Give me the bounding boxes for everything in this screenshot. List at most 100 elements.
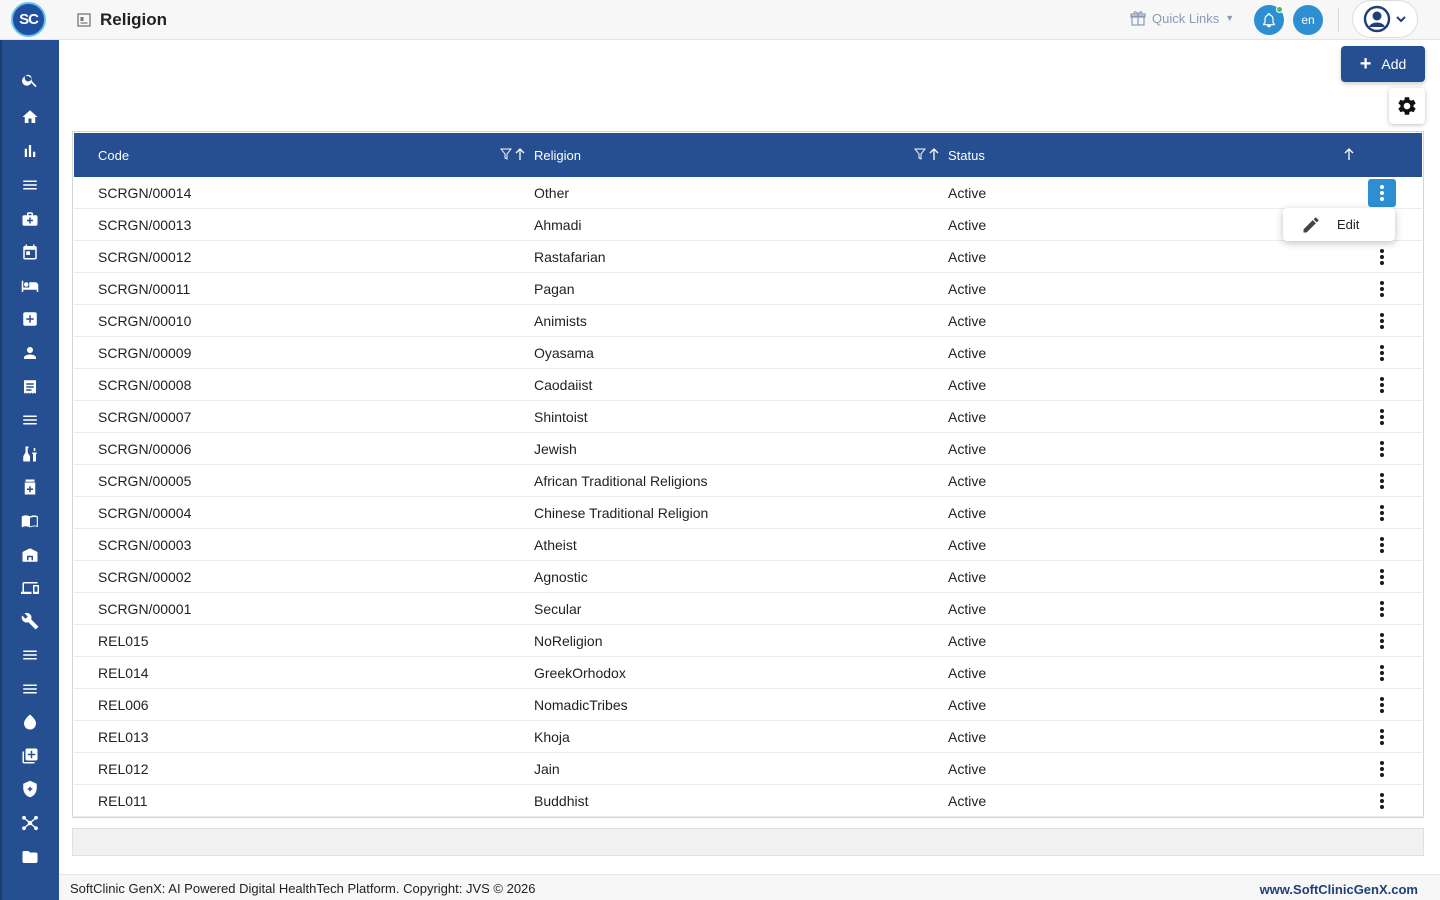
kebab-icon — [1380, 665, 1384, 681]
user-menu-button[interactable] — [1352, 0, 1418, 38]
kebab-icon — [1380, 633, 1384, 649]
sidebar-item-home[interactable] — [18, 105, 42, 129]
table-row[interactable]: SCRGN/00012 Rastafarian Active — [74, 241, 1422, 273]
column-header-religion[interactable]: Religion — [534, 133, 581, 177]
row-actions-menu[interactable]: Edit — [1283, 208, 1395, 241]
sort-up-icon[interactable] — [928, 147, 940, 161]
sidebar-item-ipd[interactable] — [18, 274, 42, 298]
row-actions-button[interactable] — [1368, 403, 1396, 431]
table-row[interactable]: SCRGN/00006 Jewish Active — [74, 433, 1422, 465]
cell-religion: Agnostic — [534, 569, 588, 585]
table-row[interactable]: SCRGN/00001 Secular Active — [74, 593, 1422, 625]
table-row[interactable]: SCRGN/00009 Oyasama Active — [74, 337, 1422, 369]
table-row[interactable]: SCRGN/00007 Shintoist Active — [74, 401, 1422, 433]
sidebar-item-pharmacy[interactable] — [18, 475, 42, 499]
sidebar-item-store[interactable] — [18, 543, 42, 567]
row-actions-button[interactable] — [1368, 723, 1396, 751]
column-tools-religion[interactable] — [914, 147, 940, 161]
sidebar-item-calendar[interactable] — [18, 240, 42, 264]
kebab-icon — [1380, 409, 1384, 425]
sidebar-item-insurance[interactable] — [18, 777, 42, 801]
row-actions-button[interactable] — [1368, 179, 1396, 207]
table-row[interactable]: SCRGN/00014 Other Active — [74, 177, 1422, 209]
sidebar-item-clinical[interactable] — [18, 207, 42, 231]
column-header-code[interactable]: Code — [98, 133, 129, 177]
avatar — [1363, 5, 1391, 33]
row-actions-button[interactable] — [1368, 243, 1396, 271]
sidebar-item-files[interactable] — [18, 845, 42, 869]
row-actions-button[interactable] — [1368, 371, 1396, 399]
lab-icon — [23, 446, 37, 462]
column-header-status[interactable]: Status — [948, 133, 985, 177]
row-actions-button[interactable] — [1368, 467, 1396, 495]
cell-religion: Jain — [534, 761, 560, 777]
website-link[interactable]: www.SoftClinicGenX.com — [1260, 882, 1418, 897]
table-row[interactable]: SCRGN/00003 Atheist Active — [74, 529, 1422, 561]
table-row[interactable]: REL011 Buddhist Active — [74, 785, 1422, 817]
row-actions-button[interactable] — [1368, 435, 1396, 463]
table-row[interactable]: SCRGN/00013 Ahmadi Active — [74, 209, 1422, 241]
row-actions-button[interactable] — [1368, 307, 1396, 335]
notifications-button[interactable] — [1254, 5, 1284, 35]
row-actions-button[interactable] — [1368, 659, 1396, 687]
table-row[interactable]: REL006 NomadicTribes Active — [74, 689, 1422, 721]
table-row[interactable]: REL013 Khoja Active — [74, 721, 1422, 753]
sidebar-item-search[interactable] — [18, 68, 42, 92]
column-tools-status[interactable] — [1343, 147, 1355, 161]
sidebar-item-library[interactable] — [18, 509, 42, 533]
cell-code: SCRGN/00010 — [98, 313, 192, 329]
table-row[interactable]: SCRGN/00005 African Traditional Religions… — [74, 465, 1422, 497]
sidebar-item-blood-bank[interactable] — [18, 710, 42, 734]
cell-religion: Caodaiist — [534, 377, 593, 393]
cell-status: Active — [948, 217, 987, 233]
quick-links-dropdown[interactable]: Quick Links ▼ — [1130, 10, 1234, 26]
edit-menu-item[interactable]: Edit — [1337, 217, 1359, 232]
filter-icon[interactable] — [500, 147, 512, 161]
sidebar-item-add[interactable] — [18, 744, 42, 768]
sidebar-item-emergency[interactable] — [18, 307, 42, 331]
grid-settings-button[interactable] — [1389, 88, 1425, 124]
add-button[interactable]: + Add — [1341, 46, 1425, 82]
row-actions-button[interactable] — [1368, 691, 1396, 719]
app-logo[interactable]: SC — [11, 2, 46, 37]
row-actions-button[interactable] — [1368, 339, 1396, 367]
sidebar-item-billing[interactable] — [18, 375, 42, 399]
row-actions-button[interactable] — [1368, 627, 1396, 655]
sidebar-item-network[interactable] — [18, 811, 42, 835]
row-actions-button[interactable] — [1368, 755, 1396, 783]
sidebar-item-devices[interactable] — [18, 576, 42, 600]
table-row[interactable]: SCRGN/00011 Pagan Active — [74, 273, 1422, 305]
table-row[interactable]: REL012 Jain Active — [74, 753, 1422, 785]
sidebar-item-list-2[interactable] — [18, 643, 42, 667]
grid-header: Code Religion Status — [74, 133, 1422, 177]
table-row[interactable]: SCRGN/00004 Chinese Traditional Religion A… — [74, 497, 1422, 529]
sidebar-item-menu[interactable] — [18, 173, 42, 197]
row-actions-button[interactable] — [1368, 499, 1396, 527]
row-actions-button[interactable] — [1368, 563, 1396, 591]
sidebar-item-reports[interactable] — [18, 139, 42, 163]
grid-pager — [72, 828, 1424, 856]
cell-religion: Other — [534, 185, 570, 201]
table-row[interactable]: REL014 GreekOrhodox Active — [74, 657, 1422, 689]
column-tools-code[interactable] — [500, 147, 526, 161]
table-row[interactable]: SCRGN/00010 Animists Active — [74, 305, 1422, 337]
filter-icon[interactable] — [914, 147, 926, 161]
row-actions-button[interactable] — [1368, 595, 1396, 623]
sidebar-item-lab[interactable] — [18, 442, 42, 466]
table-row[interactable]: SCRGN/00008 Caodaiist Active — [74, 369, 1422, 401]
sidebar-item-list-3[interactable] — [18, 677, 42, 701]
kebab-icon — [1380, 505, 1384, 521]
row-actions-button[interactable] — [1368, 787, 1396, 815]
table-row[interactable]: REL015 NoReligion Active — [74, 625, 1422, 657]
sidebar-item-tools[interactable] — [18, 609, 42, 633]
sidebar-item-list[interactable] — [18, 408, 42, 432]
row-actions-button[interactable] — [1368, 531, 1396, 559]
sort-up-icon[interactable] — [1343, 147, 1355, 161]
table-row[interactable]: SCRGN/00002 Agnostic Active — [74, 561, 1422, 593]
row-actions-button[interactable] — [1368, 275, 1396, 303]
language-button[interactable]: en — [1293, 5, 1323, 35]
cell-religion: Shintoist — [534, 409, 588, 425]
cell-status: Active — [948, 345, 987, 361]
sort-up-icon[interactable] — [514, 147, 526, 161]
sidebar-item-patient[interactable] — [18, 341, 42, 365]
